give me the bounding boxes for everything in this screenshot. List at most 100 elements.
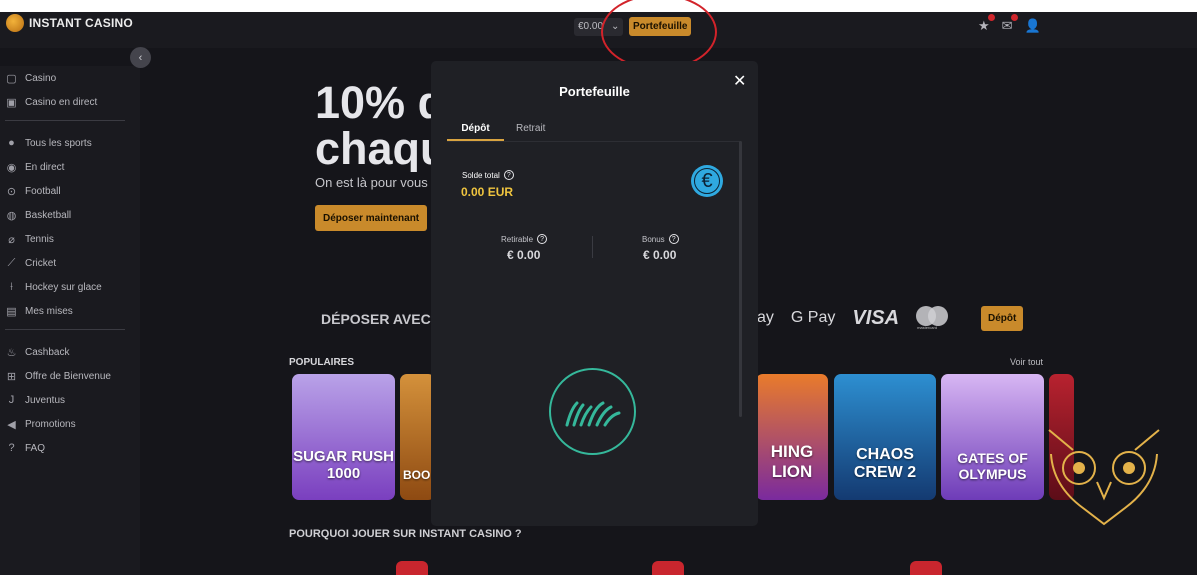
game-tile[interactable]: CHAOS CREW 2: [834, 374, 936, 500]
tab-divider: [447, 141, 741, 142]
sidebar-item-label: Juventus: [25, 394, 66, 406]
bonus-text: Bonus: [642, 234, 665, 244]
see-all-link[interactable]: Voir tout: [1010, 357, 1043, 367]
balance-divider: [592, 236, 593, 258]
game-title: CHAOS CREW 2: [853, 446, 917, 481]
game-tile[interactable]: BOO: [400, 374, 435, 500]
hockey-icon: ⟊: [10, 280, 13, 293]
sidebar-item-live[interactable]: ◉ En direct: [0, 155, 140, 179]
sidebar-item-live-casino[interactable]: ▣ Casino en direct: [0, 90, 140, 114]
football-icon: ⊙: [6, 185, 17, 198]
modal-scrollbar[interactable]: [739, 141, 742, 417]
total-balance-value: 0.00 EUR: [461, 185, 514, 199]
sidebar-divider: [5, 329, 125, 330]
sidebar-item-casino[interactable]: ▢ Casino: [0, 66, 140, 90]
flame-icon: ♨: [6, 346, 17, 359]
euro-coin-icon: €: [691, 165, 723, 197]
sidebar-collapse-button[interactable]: ‹: [130, 47, 151, 68]
sidebar-item-basketball[interactable]: ◍ Basketball: [0, 203, 140, 227]
game-title: SUGAR RUSH 1000: [293, 448, 394, 482]
game-title: HING LION: [770, 442, 814, 481]
sidebar-item-faq[interactable]: ? FAQ: [0, 436, 140, 460]
broadcast-icon: ◉: [6, 161, 17, 174]
faq-icon: ?: [8, 442, 15, 454]
close-icon[interactable]: ✕: [733, 71, 746, 91]
chevron-left-icon: ‹: [138, 51, 143, 64]
sidebar-item-label: Cricket: [25, 257, 57, 269]
payment-logos: ay G Pay VISA mastercard: [757, 306, 949, 330]
withdrawable-text: Retirable: [501, 234, 534, 244]
sidebar-item-football[interactable]: ⊙ Football: [0, 179, 140, 203]
sidebar-item-label: Football: [25, 185, 61, 197]
notification-dot: [987, 14, 995, 21]
game-title: BOO: [403, 468, 431, 482]
visa-logo: VISA: [852, 306, 900, 329]
mail-icon[interactable]: ✉: [1002, 14, 1018, 34]
withdrawable-value: € 0.00: [507, 248, 541, 262]
why-heading: POURQUOI JOUER SUR INSTANT CASINO ?: [289, 528, 522, 540]
header-icons: ★ ✉ 👤: [978, 14, 1041, 34]
loading-spinner-icon: [549, 368, 636, 455]
deposit-button[interactable]: Dépôt: [981, 306, 1024, 331]
brand-logo[interactable]: INSTANT CASINO: [6, 14, 133, 32]
sidebar-item-promotions[interactable]: ◀ Promotions: [0, 412, 140, 436]
help-icon[interactable]: ?: [668, 234, 679, 244]
sidebar-item-cashback[interactable]: ♨ Cashback: [0, 340, 140, 364]
star-icon[interactable]: ★: [978, 14, 995, 34]
sidebar-item-juventus[interactable]: J Juventus: [0, 388, 140, 412]
sidebar-item-my-bets[interactable]: ▤ Mes mises: [0, 299, 140, 323]
casino-icon: ▢: [6, 72, 17, 85]
sidebar-divider: [5, 120, 125, 121]
game-tile[interactable]: HING LION: [756, 374, 828, 500]
hero-title: 10% d chaqu: [315, 80, 435, 172]
sidebar-item-cricket[interactable]: ⟋ Cricket: [0, 251, 140, 275]
notification-dot: [1010, 14, 1018, 21]
bonus-value: € 0.00: [643, 248, 677, 262]
game-tile[interactable]: SUGAR RUSH 1000: [292, 374, 395, 500]
owl-watermark-icon: [1048, 429, 1160, 526]
sidebar: ▢ Casino ▣ Casino en direct ● Tous les spor…: [0, 66, 140, 575]
tab-deposit[interactable]: Dépôt: [447, 123, 504, 141]
loader-arcs: [565, 401, 620, 426]
mastercard-wordmark: mastercard: [917, 325, 938, 330]
sidebar-item-label: Tennis: [25, 233, 54, 245]
juventus-icon: J: [8, 394, 15, 406]
sidebar-item-label: Casino: [25, 72, 57, 84]
cricket-icon: ⟋: [7, 256, 16, 269]
basketball-icon: ◍: [6, 209, 17, 222]
game-tile[interactable]: GATES OF OLYMPUS: [941, 374, 1044, 500]
popular-heading: POPULAIRES: [289, 357, 355, 368]
red-highlight-circle: [601, 0, 717, 70]
sidebar-item-welcome-offer[interactable]: ⊞ Offre de Bienvenue: [0, 364, 140, 388]
logo-mark-icon: [6, 14, 24, 32]
sidebar-item-label: Tous les sports: [25, 137, 92, 149]
game-title: GATES OF OLYMPUS: [957, 450, 1028, 482]
tab-withdraw[interactable]: Retrait: [516, 123, 545, 134]
mastercard-logo: mastercard: [916, 306, 949, 330]
user-icon[interactable]: 👤: [1025, 18, 1041, 34]
sidebar-item-label: Basketball: [25, 209, 72, 221]
total-balance-text: Solde total: [462, 170, 500, 180]
modal-title: Portefeuille: [559, 84, 630, 99]
tennis-icon: ⌀: [8, 233, 15, 246]
help-icon[interactable]: ?: [503, 170, 514, 180]
live-casino-icon: ▣: [6, 96, 17, 109]
megaphone-icon: ◀: [7, 418, 16, 431]
payments-heading: DÉPOSER AVEC: [321, 311, 431, 327]
help-icon[interactable]: ?: [537, 234, 548, 244]
sidebar-item-all-sports[interactable]: ● Tous les sports: [0, 131, 140, 155]
sidebar-item-tennis[interactable]: ⌀ Tennis: [0, 227, 140, 251]
sidebar-item-label: Promotions: [25, 418, 76, 430]
sidebar-item-label: FAQ: [25, 442, 46, 454]
apple-pay-logo: ay: [757, 309, 774, 326]
bets-icon: ▤: [6, 305, 17, 318]
sidebar-item-hockey[interactable]: ⟊ Hockey sur glace: [0, 275, 140, 299]
sidebar-item-label: Mes mises: [25, 305, 73, 317]
browser-top-strip: [0, 0, 1197, 12]
gift-icon: ⊞: [6, 370, 17, 383]
feature-badge: [910, 561, 942, 575]
withdrawable-label: Retirable ?: [501, 234, 548, 244]
sidebar-item-label: Offre de Bienvenue: [25, 370, 111, 382]
deposit-now-button[interactable]: Déposer maintenant: [315, 205, 428, 231]
sports-icon: ●: [8, 137, 15, 149]
